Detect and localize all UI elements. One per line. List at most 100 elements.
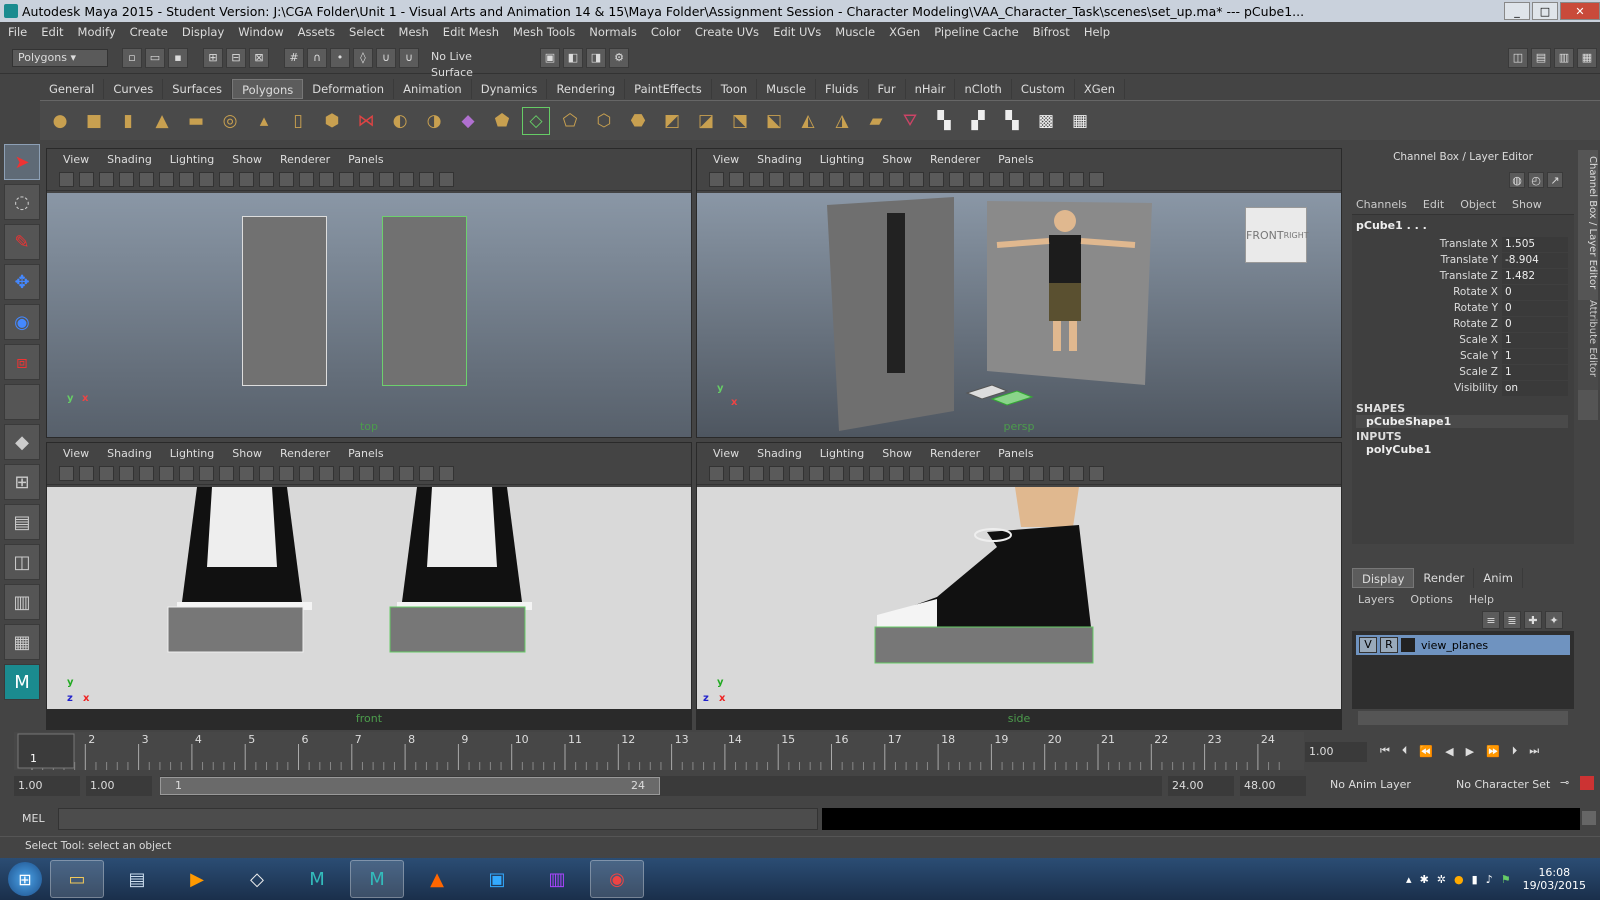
- menu-create-uvs[interactable]: Create UVs: [695, 25, 759, 39]
- go-to-start-icon[interactable]: ⏮: [1380, 744, 1390, 758]
- maya-taskbar-button[interactable]: M: [290, 860, 344, 898]
- select-component-icon[interactable]: ⊠: [249, 47, 269, 68]
- poly-cone-icon[interactable]: ▲: [148, 107, 176, 135]
- lock-camera-icon[interactable]: [79, 172, 94, 187]
- safe-action-icon[interactable]: [889, 466, 904, 481]
- resolution-gate-icon[interactable]: [179, 466, 194, 481]
- smooth-shade-icon[interactable]: [299, 466, 314, 481]
- layer-name[interactable]: view_planes: [1421, 639, 1488, 652]
- menu-edit[interactable]: Edit: [41, 25, 63, 39]
- four-view-layout-icon[interactable]: ⊞: [4, 464, 40, 500]
- xray-icon[interactable]: [439, 172, 454, 187]
- isolate-select-icon[interactable]: [1069, 172, 1084, 187]
- isolate-select-icon[interactable]: [419, 172, 434, 187]
- auto-key-icon[interactable]: ⊸: [1560, 776, 1569, 789]
- notes-taskbar-button[interactable]: ▤: [110, 860, 164, 898]
- checker-uv-3-icon[interactable]: ▚: [998, 107, 1026, 135]
- move-layer-up-icon[interactable]: ≡: [1482, 611, 1500, 629]
- attr-translate-y[interactable]: Translate Y -8.904: [1356, 252, 1568, 268]
- unity-taskbar-button[interactable]: ◇: [230, 860, 284, 898]
- resolution-gate-icon[interactable]: [179, 172, 194, 187]
- persp-graph-layout-icon[interactable]: ◫: [4, 544, 40, 580]
- safe-title-icon[interactable]: [259, 466, 274, 481]
- menu-color[interactable]: Color: [651, 25, 681, 39]
- panel-menu-lighting[interactable]: Lighting: [170, 447, 214, 460]
- tray-app-icon[interactable]: ✱: [1420, 873, 1429, 886]
- poly-torus-icon[interactable]: ◎: [216, 107, 244, 135]
- lock-camera-icon[interactable]: [729, 172, 744, 187]
- script-editor-icon[interactable]: [1582, 811, 1596, 825]
- toggle-tool-settings-icon[interactable]: ▥: [1554, 47, 1574, 68]
- wireframe-on-shaded-icon[interactable]: [969, 172, 984, 187]
- safe-action-icon[interactable]: [239, 172, 254, 187]
- persp-graph-hypergraph-icon[interactable]: ▦: [4, 624, 40, 660]
- shelf-tab-toon[interactable]: Toon: [712, 79, 758, 99]
- viewport-top[interactable]: View Shading Lighting Show Renderer Pane…: [46, 148, 692, 438]
- shelf-tab-xgen[interactable]: XGen: [1075, 79, 1126, 99]
- shelf-tab-painteffects[interactable]: PaintEffects: [625, 79, 712, 99]
- menu-modify[interactable]: Modify: [78, 25, 116, 39]
- channel-box-pin-icon[interactable]: ↗: [1547, 172, 1563, 188]
- checker-uv-4-icon[interactable]: ▩: [1032, 107, 1060, 135]
- action-center-icon[interactable]: ⚑: [1501, 873, 1511, 886]
- textured-icon[interactable]: [339, 172, 354, 187]
- poly-soccer-ball-icon[interactable]: ⬢: [318, 107, 346, 135]
- smooth-shade-icon[interactable]: [949, 466, 964, 481]
- panel-menu-panels[interactable]: Panels: [998, 153, 1033, 166]
- tray-update-icon[interactable]: ●: [1454, 873, 1464, 886]
- image-plane-icon[interactable]: [119, 172, 134, 187]
- character-set-dropdown[interactable]: No Character Set: [1456, 778, 1550, 791]
- menu-mesh[interactable]: Mesh: [399, 25, 429, 39]
- toggle-modeling-toolkit-icon[interactable]: ◫: [1508, 47, 1528, 68]
- step-forward-key-icon[interactable]: ⏩: [1486, 745, 1500, 758]
- shelf-tab-animation[interactable]: Animation: [394, 79, 472, 99]
- menu-normals[interactable]: Normals: [589, 25, 637, 39]
- poly-pipe-icon[interactable]: ▯: [284, 107, 312, 135]
- attr-value[interactable]: -8.904: [1502, 252, 1568, 268]
- play-backwards-icon[interactable]: ◀: [1445, 745, 1453, 758]
- bookmark-icon[interactable]: [99, 172, 114, 187]
- wireframe-on-shaded-icon[interactable]: [969, 466, 984, 481]
- snap-curve-icon[interactable]: ∩: [307, 47, 327, 68]
- save-scene-icon[interactable]: ▪: [168, 47, 188, 68]
- film-gate-icon[interactable]: [809, 466, 824, 481]
- new-scene-icon[interactable]: ▫: [122, 47, 142, 68]
- preferences-icon[interactable]: [1580, 776, 1594, 790]
- panel-menu-shading[interactable]: Shading: [107, 153, 152, 166]
- attr-value[interactable]: 0: [1502, 300, 1568, 316]
- attr-scale-y[interactable]: Scale Y 1: [1356, 348, 1568, 364]
- bridge-icon[interactable]: ⬣: [624, 107, 652, 135]
- move-tool-icon[interactable]: ✥: [4, 264, 40, 300]
- channel-box-key-icon[interactable]: ◍: [1509, 172, 1525, 188]
- explorer-taskbar-button[interactable]: ▭: [50, 860, 104, 898]
- bookmark-icon[interactable]: [99, 466, 114, 481]
- offset-edge-loop-icon[interactable]: ⬕: [760, 107, 788, 135]
- channel-menu-edit[interactable]: Edit: [1423, 198, 1444, 211]
- layer-menu-options[interactable]: Options: [1410, 593, 1452, 606]
- attr-value[interactable]: 1.482: [1502, 268, 1568, 284]
- panel-menu-lighting[interactable]: Lighting: [170, 153, 214, 166]
- open-scene-icon[interactable]: ▭: [145, 47, 165, 68]
- gate-mask-icon[interactable]: [199, 172, 214, 187]
- menu-bifrost[interactable]: Bifrost: [1033, 25, 1070, 39]
- wireframe-on-shaded-icon[interactable]: [319, 466, 334, 481]
- film-gate-icon[interactable]: [159, 466, 174, 481]
- split-polygon-icon[interactable]: ◪: [692, 107, 720, 135]
- media-player-taskbar-button[interactable]: ▶: [170, 860, 224, 898]
- layer-menu-layers[interactable]: Layers: [1358, 593, 1394, 606]
- grid-icon[interactable]: [789, 172, 804, 187]
- menu-mesh-tools[interactable]: Mesh Tools: [513, 25, 575, 39]
- menu-edit-mesh[interactable]: Edit Mesh: [443, 25, 499, 39]
- bookmark-icon[interactable]: [749, 466, 764, 481]
- field-chart-icon[interactable]: [219, 466, 234, 481]
- onenote-taskbar-button[interactable]: ▥: [530, 860, 584, 898]
- field-chart-icon[interactable]: [869, 466, 884, 481]
- shelf-tab-curves[interactable]: Curves: [104, 79, 164, 99]
- menu-edit-uvs[interactable]: Edit UVs: [773, 25, 821, 39]
- select-tool-icon[interactable]: ➤: [4, 144, 40, 180]
- shelf-tab-muscle[interactable]: Muscle: [757, 79, 816, 99]
- range-track[interactable]: 1 24: [160, 776, 1162, 796]
- shelf-tab-custom[interactable]: Custom: [1012, 79, 1075, 99]
- smooth-icon[interactable]: ◆: [454, 107, 482, 135]
- grid-icon[interactable]: [139, 172, 154, 187]
